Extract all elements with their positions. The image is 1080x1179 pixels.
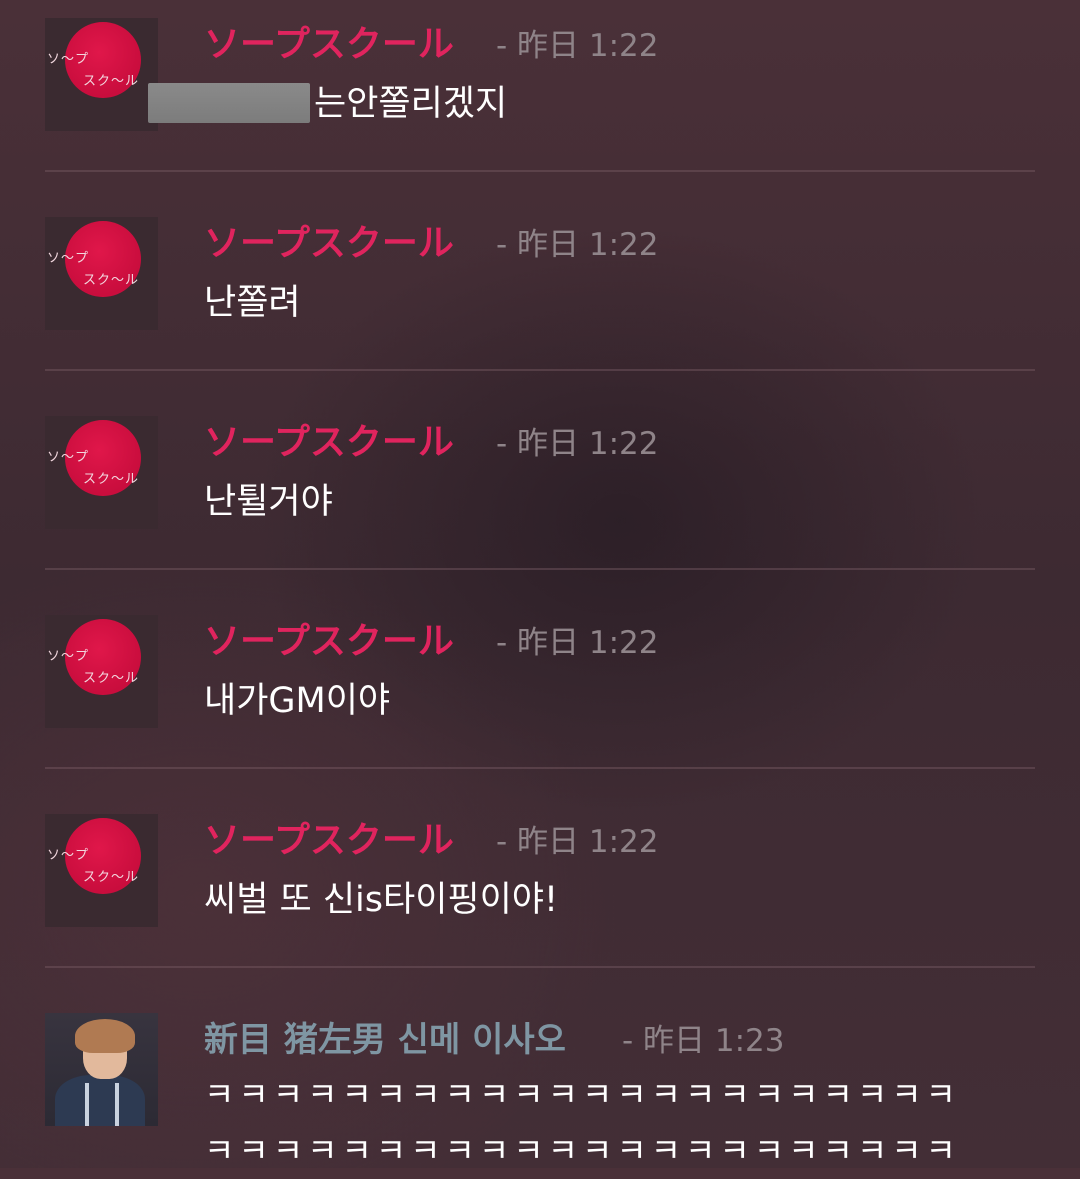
divider <box>45 369 1035 371</box>
timestamp: - 昨日 1:22 <box>496 824 659 860</box>
timestamp: - 昨日 1:23 <box>622 1023 785 1059</box>
divider <box>45 568 1035 570</box>
message-text: 내가GM이야 <box>204 681 391 721</box>
avatar[interactable]: ソ〜プ スク〜ル <box>45 217 158 330</box>
message-text: 난튈거야 <box>204 482 333 522</box>
author-name[interactable]: ソープスクール <box>204 219 454 269</box>
redacted-block <box>148 83 310 123</box>
avatar[interactable]: ソ〜プ スク〜ル <box>45 615 158 728</box>
author-name[interactable]: 新目 猪左男 신메 이사오 <box>204 1015 566 1065</box>
timestamp: - 昨日 1:22 <box>496 227 659 263</box>
message-text: 씨벌 또 신is타이핑이야! <box>204 880 559 920</box>
avatar[interactable]: ソ〜プ スク〜ル <box>45 18 158 131</box>
avatar[interactable]: ソ〜プ スク〜ル <box>45 814 158 927</box>
timestamp: - 昨日 1:22 <box>496 426 659 462</box>
jacket-stripe <box>85 1083 89 1126</box>
message-text: 난쫄려 <box>204 283 301 323</box>
author-name[interactable]: ソープスクール <box>204 816 454 866</box>
message-text: ㅋㅋㅋㅋㅋㅋㅋㅋㅋㅋㅋㅋㅋㅋㅋㅋㅋㅋㅋㅋㅋㅋ ㅋㅋㅋㅋㅋㅋㅋㅋㅋㅋㅋㅋㅋㅋㅋㅋㅋ… <box>204 1075 960 1170</box>
chat-log: ソ〜プ スク〜ル ソープスクール - 昨日 1:22 는안쫄리겠지 ソ〜プ スク… <box>0 0 1080 1170</box>
timestamp: - 昨日 1:22 <box>496 625 659 661</box>
divider <box>45 170 1035 172</box>
author-name[interactable]: ソープスクール <box>204 617 454 667</box>
divider <box>45 767 1035 769</box>
divider <box>45 966 1035 968</box>
timestamp: - 昨日 1:22 <box>496 28 659 64</box>
author-name[interactable]: ソープスクール <box>204 418 454 468</box>
avatar[interactable]: ソ〜プ スク〜ル <box>45 416 158 529</box>
portrait-hair <box>75 1019 135 1053</box>
jacket-stripe <box>115 1083 119 1126</box>
chat-message: 新目 猪左男 신메 이사오 - 昨日 1:23 ㅋㅋㅋㅋㅋㅋㅋㅋㅋㅋㅋㅋㅋㅋㅋㅋ… <box>0 995 1080 1170</box>
avatar[interactable] <box>45 1013 158 1126</box>
portrait-jacket <box>55 1075 145 1126</box>
author-name[interactable]: ソープスクール <box>204 20 454 70</box>
message-text: 는안쫄리겠지 <box>148 76 507 132</box>
